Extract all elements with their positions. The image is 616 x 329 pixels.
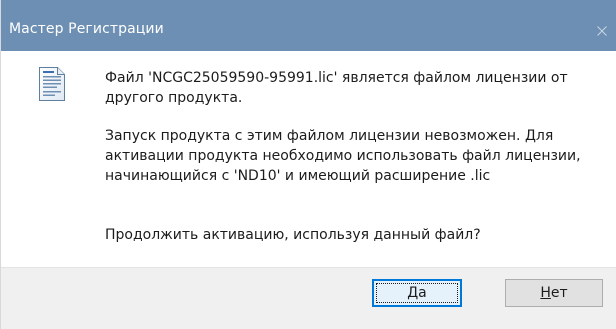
yes-button-label: Да — [407, 285, 427, 301]
message-line-5: начинающийся с 'ND10' и имеющий расширен… — [105, 168, 491, 184]
close-icon — [597, 26, 607, 36]
button-bar: Да Нет — [1, 267, 616, 329]
message-line-2: другого продукта. — [105, 90, 243, 106]
message-line-1: Файл 'NCGC25059590-95991.lic' является ф… — [105, 70, 568, 86]
message-line-3: Запуск продукта с этим файлом лицензии н… — [105, 128, 554, 144]
registration-wizard-dialog: Мастер Регистрации Файл 'NCGC25059590-95… — [0, 0, 616, 329]
window-title: Мастер Регистрации — [9, 21, 164, 37]
no-button[interactable]: Нет — [505, 279, 603, 307]
title-bar[interactable]: Мастер Регистрации — [1, 0, 616, 51]
dialog-content: Файл 'NCGC25059590-95991.lic' является ф… — [1, 51, 616, 267]
close-button[interactable] — [587, 15, 616, 45]
message-line-4: активации продукта необходимо использова… — [105, 148, 581, 164]
confirmation-question: Продолжить активацию, используя данный ф… — [105, 227, 481, 243]
no-button-label: Нет — [540, 285, 568, 301]
license-document-icon — [38, 66, 66, 102]
yes-button[interactable]: Да — [372, 279, 462, 307]
